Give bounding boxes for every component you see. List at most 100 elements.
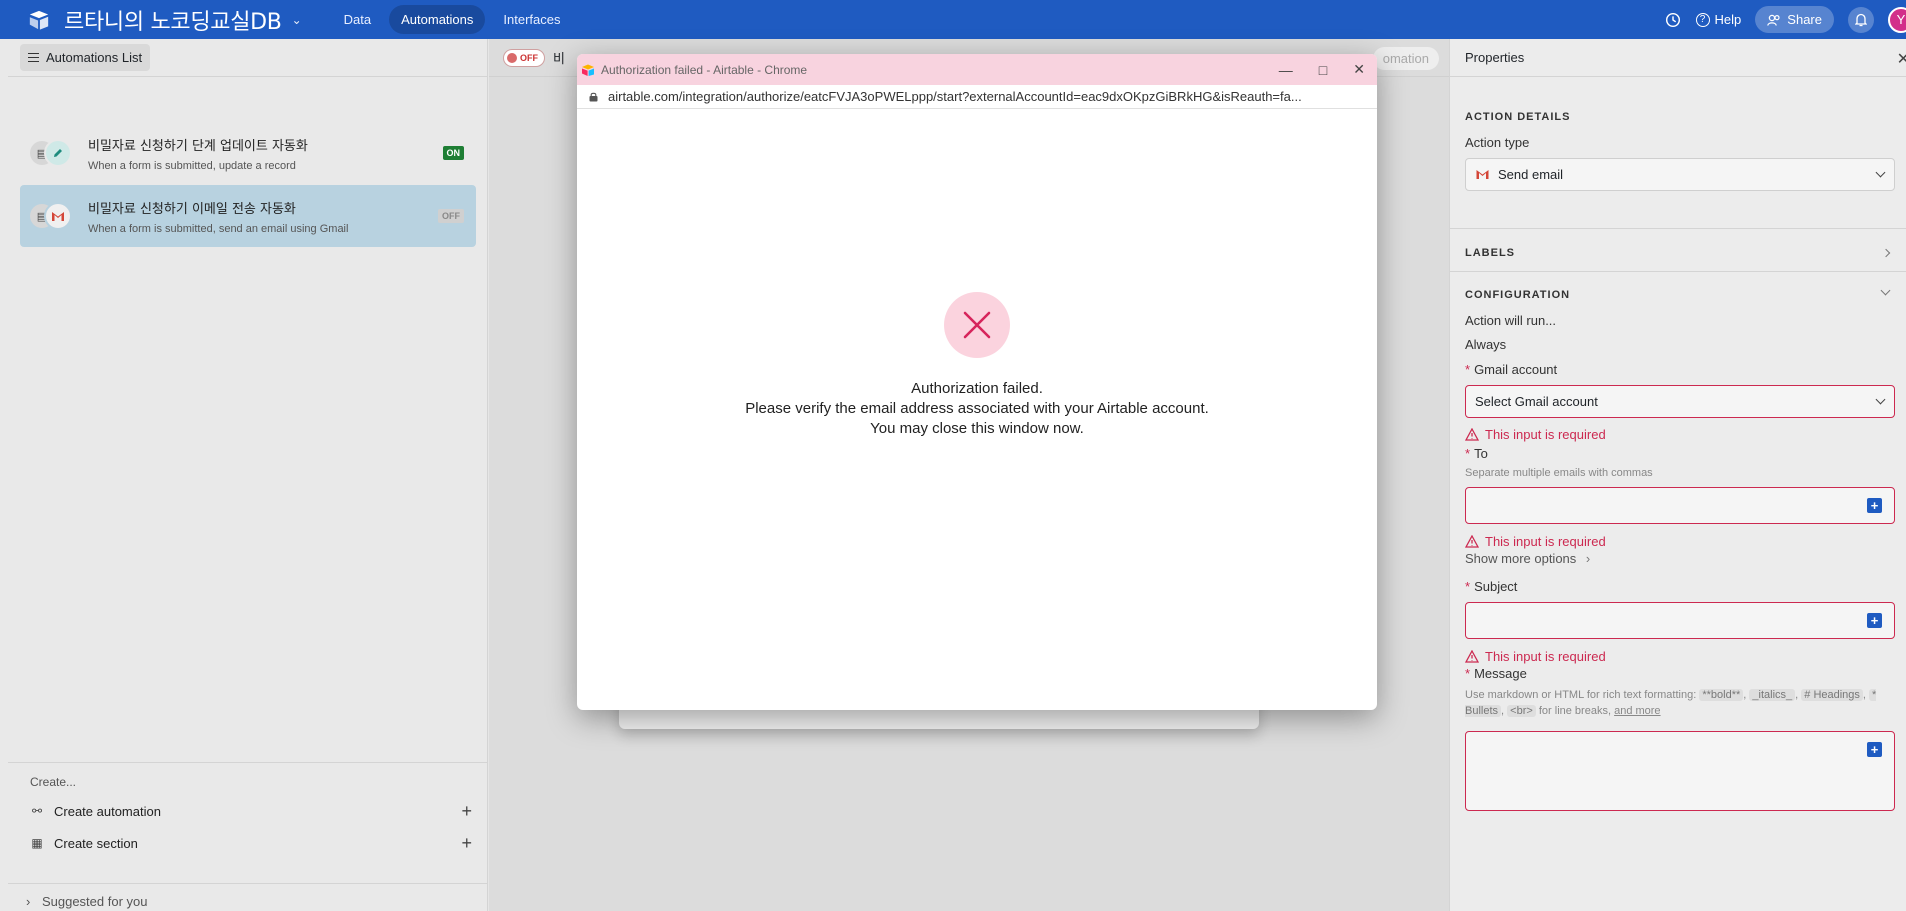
chevron-down-icon [1875,167,1886,178]
automations-list-label: Automations List [46,50,143,65]
close-x-icon [963,311,991,339]
always-value: Always [1465,337,1507,352]
table-icon: ▦ [31,836,43,850]
show-more-options[interactable]: Show more options › [1465,551,1895,566]
create-section: Create... ⚯ Create automation + ▦ Create… [8,762,488,859]
subject-label: * Subject [1465,579,1518,594]
message-line: Please verify the email address associat… [745,400,1209,417]
properties-panel: Properties ✕ ACTION DETAILS Action type … [1449,39,1906,911]
test-automation-button[interactable]: omation [1372,47,1439,70]
required-error: This input is required [1465,534,1895,549]
tab-data[interactable]: Data [332,5,383,34]
to-field: * To Separate multiple emails with commas… [1465,446,1895,549]
message-field: * Message Use markdown or HTML for rich t… [1465,666,1895,811]
popup-address-bar[interactable]: airtable.com/integration/authorize/eatcF… [577,85,1377,109]
automation-description: When a form is submitted, update a recor… [88,159,296,172]
insert-field-button[interactable]: + [1867,742,1882,757]
pencil-icon [44,139,72,167]
airtable-logo-icon [582,64,594,76]
gmail-icon [1476,170,1489,179]
popup-body: Authorization failed. Please verify the … [577,109,1377,710]
close-icon[interactable]: ✕ [1897,49,1906,69]
automation-toggle[interactable]: OFF [503,48,545,67]
create-section-label: Create section [54,835,138,851]
action-type-value: Send email [1498,167,1564,182]
insert-field-button[interactable]: + [1867,498,1882,513]
share-button[interactable]: Share [1755,6,1834,33]
automation-text: 비밀자료 신청하기 이메일 전송 자동화 When a form is subm… [88,198,348,235]
list-header: Automations List [8,39,487,77]
suggested-for-you[interactable]: › Suggested for you [8,883,488,909]
status-badge: OFF [438,209,464,223]
list-item[interactable]: ▤ 비밀자료 신청하기 단계 업데이트 자동화 When a form is s… [20,122,476,184]
chevron-right-icon: › [26,894,31,909]
create-automation-label: Create automation [54,803,161,819]
gmail-account-label: * Gmail account [1465,362,1558,377]
subject-input[interactable]: + [1465,602,1895,639]
help-button[interactable]: ? Help [1695,12,1742,27]
chevron-down-icon [1875,394,1886,405]
to-label: * To [1465,446,1488,461]
message-hint: Use markdown or HTML for rich text forma… [1465,689,1877,717]
section-title: CONFIGURATION [1465,289,1571,301]
help-icon: ? [1695,12,1710,27]
share-label: Share [1787,12,1822,27]
lock-icon [589,92,598,101]
history-icon[interactable] [1664,11,1682,29]
create-automation-button[interactable]: ⚯ Create automation + [8,795,488,827]
message-line: You may close this window now. [870,420,1084,437]
insert-field-button[interactable]: + [1867,613,1882,628]
action-will-run-label: Action will run... [1465,313,1557,328]
top-right-tools: ? Help Share Y [1664,0,1906,39]
minimize-icon[interactable]: — [1279,62,1293,78]
automation-name: 비밀자료 신청하기 이메일 전송 자동화 [88,201,296,217]
labels-section[interactable]: LABELS [1465,247,1895,259]
required-error: This input is required [1465,649,1895,664]
required-error: This input is required [1465,427,1895,442]
warning-icon [1465,428,1479,441]
divider [1450,271,1906,272]
close-icon[interactable]: ✕ [1353,61,1365,78]
message-line: Authorization failed. [911,380,1043,397]
auth-popup-window: Authorization failed - Airtable - Chrome… [577,54,1377,710]
action-type-select[interactable]: Send email [1465,158,1895,191]
create-section-button[interactable]: ▦ Create section + [8,827,488,859]
tab-interfaces[interactable]: Interfaces [491,5,572,34]
chevron-down-icon[interactable]: ⌄ [292,13,302,27]
subject-field: * Subject + This input is required [1465,579,1895,664]
popup-titlebar: Authorization failed - Airtable - Chrome… [577,54,1377,85]
base-name[interactable]: 르타니의 노코딩교실DB [64,4,282,36]
and-more-link[interactable]: and more [1614,705,1660,717]
message-input[interactable]: + [1465,731,1895,811]
notifications-button[interactable] [1848,6,1874,33]
gmail-account-select[interactable]: Select Gmail account [1465,385,1895,418]
automation-name: 비밀자료 신청하기 단계 업데이트 자동화 [88,138,308,154]
automation-icons: ▤ [30,139,76,167]
maximize-icon[interactable]: □ [1319,62,1327,78]
properties-header: Properties ✕ [1450,39,1906,77]
auth-failed-message: Authorization failed. Please verify the … [577,379,1377,439]
airtable-logo-icon[interactable] [28,9,50,31]
list-item-selected[interactable]: ▤ 비밀자료 신청하기 이메일 전송 자동화 When a form is su… [20,185,476,247]
top-bar: 르타니의 노코딩교실DB ⌄ Data Automations Interfac… [0,0,1906,39]
suggested-label: Suggested for you [41,894,148,909]
popup-title: Authorization failed - Airtable - Chrome [601,62,808,77]
people-icon [1767,14,1780,26]
window-controls: — □ ✕ [1279,54,1365,85]
action-type-label: Action type [1465,135,1530,150]
plus-icon[interactable]: + [461,801,472,822]
warning-icon [1465,535,1479,548]
gmail-account-field: * Gmail account Select Gmail account This… [1465,362,1895,442]
help-label: Help [1714,12,1742,27]
divider [1450,228,1906,229]
automation-node-icon: ⚯ [31,804,43,818]
status-badge: ON [442,146,464,160]
automations-list-button[interactable]: Automations List [20,44,151,71]
tab-automations[interactable]: Automations [389,5,486,34]
hamburger-icon [28,53,39,62]
popup-url: airtable.com/integration/authorize/eatcF… [608,89,1302,104]
avatar[interactable]: Y [1888,6,1906,33]
plus-icon[interactable]: + [461,833,472,854]
section-title: ACTION DETAILS [1465,111,1571,123]
to-input[interactable]: + [1465,487,1895,524]
